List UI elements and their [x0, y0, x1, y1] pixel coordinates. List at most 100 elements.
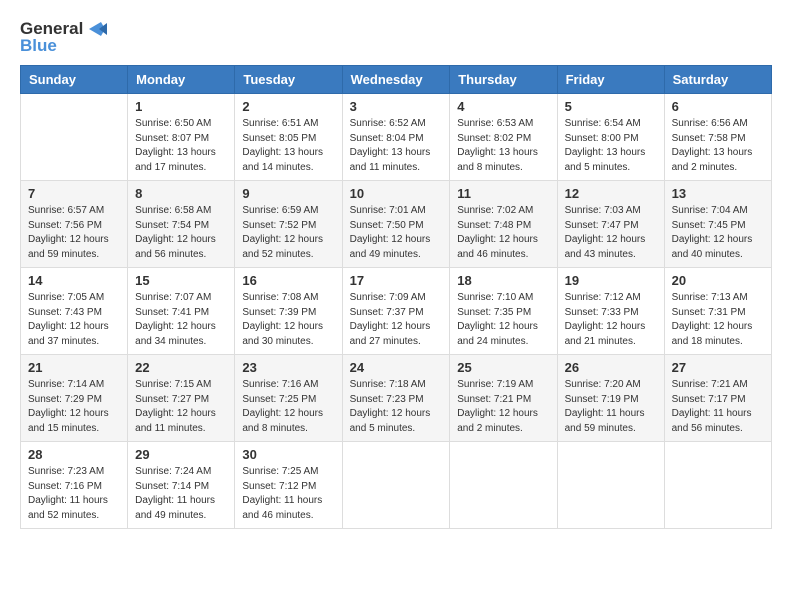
calendar-day-cell: 7Sunrise: 6:57 AMSunset: 7:56 PMDaylight…	[21, 181, 128, 268]
calendar-day-cell: 6 Sunrise: 6:56 AMSunset: 7:58 PMDaylight…	[664, 94, 771, 181]
calendar-header-cell: Thursday	[450, 66, 557, 94]
calendar-body: 1 Sunrise: 6:50 AMSunset: 8:07 PMDaylight…	[21, 94, 772, 529]
day-number: 24	[350, 360, 443, 375]
calendar-day-cell: 9 Sunrise: 6:59 AMSunset: 7:52 PMDaylight…	[235, 181, 342, 268]
calendar-day-cell: 30Sunrise: 7:25 AMSunset: 7:12 PMDayligh…	[235, 442, 342, 529]
day-number: 17	[350, 273, 443, 288]
day-info: Sunrise: 7:07 AMSunset: 7:41 PMDaylight:…	[135, 291, 227, 349]
calendar-header-cell: Wednesday	[342, 66, 450, 94]
calendar-day-cell: 5 Sunrise: 6:54 AMSunset: 8:00 PMDaylight…	[557, 94, 664, 181]
calendar-day-cell: 8 Sunrise: 6:58 AMSunset: 7:54 PMDaylight…	[128, 181, 235, 268]
day-number: 14	[28, 273, 120, 288]
day-info: Sunrise: 7:16 AMSunset: 7:25 PMDaylight:…	[242, 378, 334, 436]
logo: General Blue	[20, 20, 107, 55]
day-number: 12	[565, 186, 657, 201]
day-number: 25	[457, 360, 549, 375]
day-number: 1	[135, 99, 227, 114]
day-info: Sunrise: 6:56 AMSunset: 7:58 PMDaylight:…	[672, 117, 764, 175]
calendar-header-cell: Monday	[128, 66, 235, 94]
calendar-day-cell: 19Sunrise: 7:12 AMSunset: 7:33 PMDayligh…	[557, 268, 664, 355]
logo-arrow-icon	[85, 20, 107, 38]
day-info: Sunrise: 6:50 AMSunset: 8:07 PMDaylight:…	[135, 117, 227, 175]
day-number: 18	[457, 273, 549, 288]
day-info: Sunrise: 7:10 AMSunset: 7:35 PMDaylight:…	[457, 291, 549, 349]
day-info: Sunrise: 6:58 AMSunset: 7:54 PMDaylight:…	[135, 204, 227, 262]
day-info: Sunrise: 7:19 AMSunset: 7:21 PMDaylight:…	[457, 378, 549, 436]
calendar-day-cell: 13 Sunrise: 7:04 AMSunset: 7:45 PMDayligh…	[664, 181, 771, 268]
day-number: 13	[672, 186, 764, 201]
calendar-day-cell: 21 Sunrise: 7:14 AMSunset: 7:29 PMDayligh…	[21, 355, 128, 442]
calendar-week-row: 14 Sunrise: 7:05 AMSunset: 7:43 PMDayligh…	[21, 268, 772, 355]
calendar-header-cell: Saturday	[664, 66, 771, 94]
calendar-day-cell: 10 Sunrise: 7:01 AMSunset: 7:50 PMDayligh…	[342, 181, 450, 268]
day-number: 5	[565, 99, 657, 114]
calendar-header-cell: Tuesday	[235, 66, 342, 94]
calendar-day-cell	[21, 94, 128, 181]
logo-blue: Blue	[20, 37, 107, 56]
calendar-day-cell: 16Sunrise: 7:08 AMSunset: 7:39 PMDayligh…	[235, 268, 342, 355]
day-number: 3	[350, 99, 443, 114]
calendar-day-cell: 22 Sunrise: 7:15 AMSunset: 7:27 PMDayligh…	[128, 355, 235, 442]
calendar-day-cell: 28Sunrise: 7:23 AMSunset: 7:16 PMDayligh…	[21, 442, 128, 529]
day-info: Sunrise: 6:52 AMSunset: 8:04 PMDaylight:…	[350, 117, 443, 175]
day-number: 10	[350, 186, 443, 201]
day-info: Sunrise: 6:53 AMSunset: 8:02 PMDaylight:…	[457, 117, 549, 175]
day-number: 20	[672, 273, 764, 288]
day-number: 27	[672, 360, 764, 375]
day-info: Sunrise: 7:02 AMSunset: 7:48 PMDaylight:…	[457, 204, 549, 262]
day-number: 6	[672, 99, 764, 114]
day-info: Sunrise: 7:04 AMSunset: 7:45 PMDaylight:…	[672, 204, 764, 262]
day-info: Sunrise: 7:20 AMSunset: 7:19 PMDaylight:…	[565, 378, 657, 436]
calendar-day-cell: 3 Sunrise: 6:52 AMSunset: 8:04 PMDaylight…	[342, 94, 450, 181]
day-info: Sunrise: 6:54 AMSunset: 8:00 PMDaylight:…	[565, 117, 657, 175]
calendar-day-cell: 27 Sunrise: 7:21 AMSunset: 7:17 PMDayligh…	[664, 355, 771, 442]
day-number: 8	[135, 186, 227, 201]
calendar-day-cell: 15 Sunrise: 7:07 AMSunset: 7:41 PMDayligh…	[128, 268, 235, 355]
calendar-day-cell: 2 Sunrise: 6:51 AMSunset: 8:05 PMDaylight…	[235, 94, 342, 181]
calendar-day-cell: 29Sunrise: 7:24 AMSunset: 7:14 PMDayligh…	[128, 442, 235, 529]
calendar-table: SundayMondayTuesdayWednesdayThursdayFrid…	[20, 65, 772, 529]
calendar-header-cell: Friday	[557, 66, 664, 94]
day-number: 21	[28, 360, 120, 375]
day-info: Sunrise: 7:13 AMSunset: 7:31 PMDaylight:…	[672, 291, 764, 349]
day-info: Sunrise: 7:15 AMSunset: 7:27 PMDaylight:…	[135, 378, 227, 436]
day-info: Sunrise: 6:57 AMSunset: 7:56 PMDaylight:…	[28, 204, 120, 262]
calendar-day-cell	[342, 442, 450, 529]
calendar-day-cell: 12Sunrise: 7:03 AMSunset: 7:47 PMDayligh…	[557, 181, 664, 268]
day-number: 23	[242, 360, 334, 375]
calendar-day-cell: 26 Sunrise: 7:20 AMSunset: 7:19 PMDayligh…	[557, 355, 664, 442]
day-number: 2	[242, 99, 334, 114]
calendar-day-cell: 18 Sunrise: 7:10 AMSunset: 7:35 PMDayligh…	[450, 268, 557, 355]
day-number: 22	[135, 360, 227, 375]
day-info: Sunrise: 7:01 AMSunset: 7:50 PMDaylight:…	[350, 204, 443, 262]
calendar-day-cell: 20 Sunrise: 7:13 AMSunset: 7:31 PMDayligh…	[664, 268, 771, 355]
day-info: Sunrise: 7:09 AMSunset: 7:37 PMDaylight:…	[350, 291, 443, 349]
calendar-week-row: 21 Sunrise: 7:14 AMSunset: 7:29 PMDayligh…	[21, 355, 772, 442]
day-number: 15	[135, 273, 227, 288]
day-info: Sunrise: 7:14 AMSunset: 7:29 PMDaylight:…	[28, 378, 120, 436]
calendar-header-cell: Sunday	[21, 66, 128, 94]
day-info: Sunrise: 6:59 AMSunset: 7:52 PMDaylight:…	[242, 204, 334, 262]
day-number: 9	[242, 186, 334, 201]
day-info: Sunrise: 7:21 AMSunset: 7:17 PMDaylight:…	[672, 378, 764, 436]
calendar-day-cell: 1 Sunrise: 6:50 AMSunset: 8:07 PMDaylight…	[128, 94, 235, 181]
calendar-week-row: 28Sunrise: 7:23 AMSunset: 7:16 PMDayligh…	[21, 442, 772, 529]
day-number: 28	[28, 447, 120, 462]
day-number: 16	[242, 273, 334, 288]
day-number: 4	[457, 99, 549, 114]
day-number: 26	[565, 360, 657, 375]
calendar-day-cell: 25 Sunrise: 7:19 AMSunset: 7:21 PMDayligh…	[450, 355, 557, 442]
day-info: Sunrise: 6:51 AMSunset: 8:05 PMDaylight:…	[242, 117, 334, 175]
day-info: Sunrise: 7:24 AMSunset: 7:14 PMDaylight:…	[135, 465, 227, 523]
header: General Blue	[20, 20, 772, 55]
calendar-week-row: 1 Sunrise: 6:50 AMSunset: 8:07 PMDaylight…	[21, 94, 772, 181]
calendar-week-row: 7Sunrise: 6:57 AMSunset: 7:56 PMDaylight…	[21, 181, 772, 268]
calendar-day-cell	[664, 442, 771, 529]
calendar-header-row: SundayMondayTuesdayWednesdayThursdayFrid…	[21, 66, 772, 94]
calendar-day-cell: 24Sunrise: 7:18 AMSunset: 7:23 PMDayligh…	[342, 355, 450, 442]
calendar-day-cell: 4 Sunrise: 6:53 AMSunset: 8:02 PMDaylight…	[450, 94, 557, 181]
calendar-day-cell: 14 Sunrise: 7:05 AMSunset: 7:43 PMDayligh…	[21, 268, 128, 355]
calendar-day-cell	[557, 442, 664, 529]
day-info: Sunrise: 7:05 AMSunset: 7:43 PMDaylight:…	[28, 291, 120, 349]
calendar-day-cell: 23 Sunrise: 7:16 AMSunset: 7:25 PMDayligh…	[235, 355, 342, 442]
